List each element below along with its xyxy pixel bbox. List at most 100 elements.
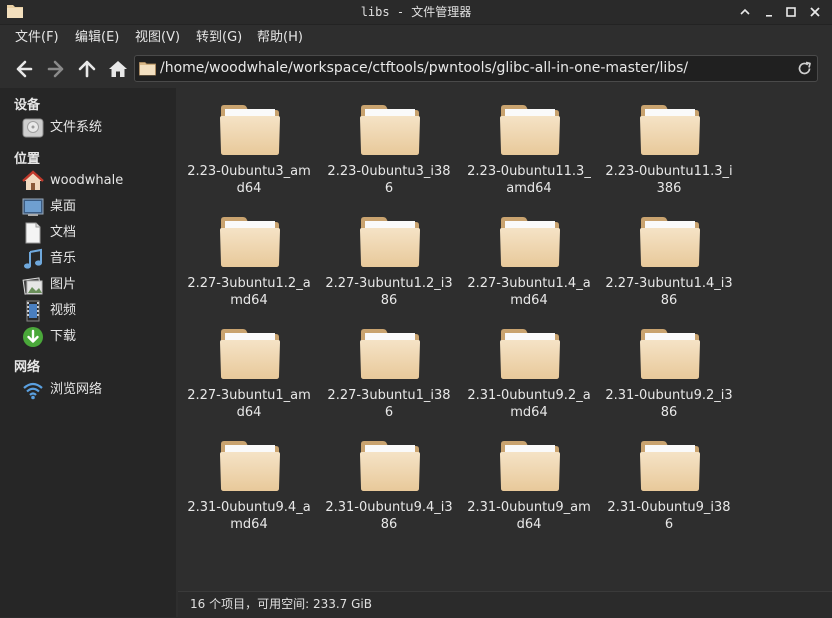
folder-name: 2.27-3ubuntu1_am d64 <box>179 387 319 421</box>
arrow-right-icon[interactable] <box>45 58 67 80</box>
folder-name: 2.31-0ubuntu9_i38 6 <box>599 499 739 533</box>
title-bar[interactable]: libs - 文件管理器 <box>0 0 832 25</box>
folder-name-line2: 86 <box>660 405 678 420</box>
folder-name: 2.27-3ubuntu1.2_i3 86 <box>319 275 459 309</box>
sidebar-item-browse-network[interactable]: 浏览网络 <box>22 378 172 402</box>
folder-name-line1: 2.27-3ubuntu1.2_i3 <box>325 276 453 291</box>
sidebar-item-downloads[interactable]: 下载 <box>22 325 172 349</box>
folder-name: 2.31-0ubuntu9.4_a md64 <box>179 499 319 533</box>
status-bar: 16 个项目，可用空间: 233.7 GiB <box>178 591 832 618</box>
folder-name-line1: 2.31-0ubuntu9.2_a <box>467 388 591 403</box>
path-bar[interactable]: /home/woodwhale/workspace/ctftools/pwnto… <box>134 55 818 82</box>
window-title: libs - 文件管理器 <box>360 5 472 19</box>
sidebar-item-label: 文件系统 <box>50 120 103 135</box>
folder-item[interactable]: 2.27-3ubuntu1.2_a md64 <box>179 200 319 310</box>
folder-name-line2: md64 <box>510 405 548 420</box>
folder-item[interactable]: 2.27-3ubuntu1_i38 6 <box>319 312 459 422</box>
menu-view[interactable]: 视图(V) <box>135 25 180 50</box>
folder-name-line1: 2.31-0ubuntu9_am <box>467 500 591 515</box>
folder-name-line1: 2.23-0ubuntu3_am <box>187 164 311 179</box>
folder-name-line2: md64 <box>510 293 548 308</box>
folder-icon <box>139 62 156 76</box>
folder-item[interactable]: 2.27-3ubuntu1.4_a md64 <box>459 200 599 310</box>
home-icon <box>22 170 44 190</box>
folder-name: 2.31-0ubuntu9_am d64 <box>459 499 599 533</box>
folder-name: 2.27-3ubuntu1.4_i3 86 <box>599 275 739 309</box>
folder-item[interactable]: 2.27-3ubuntu1.2_i3 86 <box>319 200 459 310</box>
maximize-icon[interactable] <box>782 3 800 21</box>
folder-item[interactable]: 2.23-0ubuntu3_am d64 <box>179 88 319 198</box>
folder-item[interactable]: 2.31-0ubuntu9.4_a md64 <box>179 424 319 534</box>
folder-view[interactable]: 2.23-0ubuntu3_am d64 2.23-0ubuntu3_i38 6 2.2… <box>178 88 832 591</box>
folder-name-line1: 2.23-0ubuntu11.3_i <box>605 164 733 179</box>
folder-name-line1: 2.23-0ubuntu11.3_ <box>467 164 591 179</box>
folder-item[interactable]: 2.27-3ubuntu1_am d64 <box>179 312 319 422</box>
menu-file[interactable]: 文件(F) <box>15 25 59 50</box>
home-icon[interactable] <box>107 58 129 80</box>
folder-icon <box>360 217 420 267</box>
sidebar-item-videos[interactable]: 视频 <box>22 299 172 323</box>
desktop-icon <box>22 198 44 216</box>
picture-icon <box>22 277 43 295</box>
folder-name-line1: 2.31-0ubuntu9.4_a <box>187 500 311 515</box>
folder-icon <box>500 329 560 379</box>
reload-icon[interactable] <box>796 60 813 77</box>
folder-name: 2.23-0ubuntu11.3_i 386 <box>599 163 739 197</box>
path-text[interactable]: /home/woodwhale/workspace/ctftools/pwnto… <box>160 56 688 81</box>
folder-name: 2.27-3ubuntu1.2_a md64 <box>179 275 319 309</box>
menu-help[interactable]: 帮助(H) <box>257 25 303 50</box>
menu-bar: 文件(F) 编辑(E) 视图(V) 转到(G) 帮助(H) <box>0 25 832 50</box>
folder-icon <box>500 105 560 155</box>
folder-name: 2.23-0ubuntu3_am d64 <box>179 163 319 197</box>
folder-name-line1: 2.31-0ubuntu9_i38 <box>607 500 731 515</box>
folder-icon <box>640 329 700 379</box>
music-icon <box>24 248 42 269</box>
sidebar-item-home[interactable]: woodwhale <box>22 169 172 193</box>
folder-item[interactable]: 2.23-0ubuntu11.3_i 386 <box>599 88 739 198</box>
folder-name-line1: 2.27-3ubuntu1.2_a <box>187 276 311 291</box>
folder-item[interactable]: 2.27-3ubuntu1.4_i3 86 <box>599 200 739 310</box>
folder-name-line1: 2.23-0ubuntu3_i38 <box>327 164 451 179</box>
close-icon[interactable] <box>806 3 824 21</box>
sidebar-section-devices: 设备 <box>14 98 41 113</box>
folder-item[interactable]: 2.31-0ubuntu9_am d64 <box>459 424 599 534</box>
folder-item[interactable]: 2.31-0ubuntu9.2_i3 86 <box>599 312 739 422</box>
video-icon <box>26 300 40 322</box>
folder-name-line2: 6 <box>384 181 394 196</box>
folder-item[interactable]: 2.23-0ubuntu3_i38 6 <box>319 88 459 198</box>
arrow-up-icon[interactable] <box>76 58 98 80</box>
sidebar-item-filesystem[interactable]: 文件系统 <box>22 116 172 140</box>
folder-name-line2: 6 <box>664 517 674 532</box>
sidebar-item-label: 视频 <box>50 303 77 318</box>
folder-name-line1: 2.27-3ubuntu1_i38 <box>327 388 451 403</box>
sidebar-item-label: 音乐 <box>50 251 77 266</box>
menu-go[interactable]: 转到(G) <box>196 25 242 50</box>
folder-item[interactable]: 2.23-0ubuntu11.3_ amd64 <box>459 88 599 198</box>
folder-name-line2: 86 <box>380 293 398 308</box>
arrow-left-icon[interactable] <box>13 58 35 80</box>
toolbar: /home/woodwhale/workspace/ctftools/pwnto… <box>0 51 832 87</box>
folder-name: 2.23-0ubuntu11.3_ amd64 <box>459 163 599 197</box>
sidebar-item-label: 浏览网络 <box>50 382 103 397</box>
folder-name-line2: d64 <box>236 405 262 420</box>
folder-item[interactable]: 2.31-0ubuntu9_i38 6 <box>599 424 739 534</box>
sidebar-item-music[interactable]: 音乐 <box>22 247 172 271</box>
sidebar-item-documents[interactable]: 文档 <box>22 221 172 245</box>
sidebar-item-label: woodwhale <box>50 173 124 188</box>
folder-name: 2.23-0ubuntu3_i38 6 <box>319 163 459 197</box>
folder-icon <box>360 329 420 379</box>
folder-icon <box>360 441 420 491</box>
sidebar-item-pictures[interactable]: 图片 <box>22 273 172 297</box>
sidebar-section-network: 网络 <box>14 360 41 375</box>
minimize-icon[interactable] <box>736 3 754 21</box>
sidebar-item-desktop[interactable]: 桌面 <box>22 195 172 219</box>
menu-edit[interactable]: 编辑(E) <box>75 25 119 50</box>
folder-item[interactable]: 2.31-0ubuntu9.4_i3 86 <box>319 424 459 534</box>
folder-name: 2.31-0ubuntu9.2_a md64 <box>459 387 599 421</box>
folder-name-line2: 6 <box>384 405 394 420</box>
folder-icon <box>640 441 700 491</box>
folder-item[interactable]: 2.31-0ubuntu9.2_a md64 <box>459 312 599 422</box>
folder-icon <box>360 105 420 155</box>
folder-name: 2.27-3ubuntu1_i38 6 <box>319 387 459 421</box>
restore-icon[interactable] <box>760 3 778 21</box>
